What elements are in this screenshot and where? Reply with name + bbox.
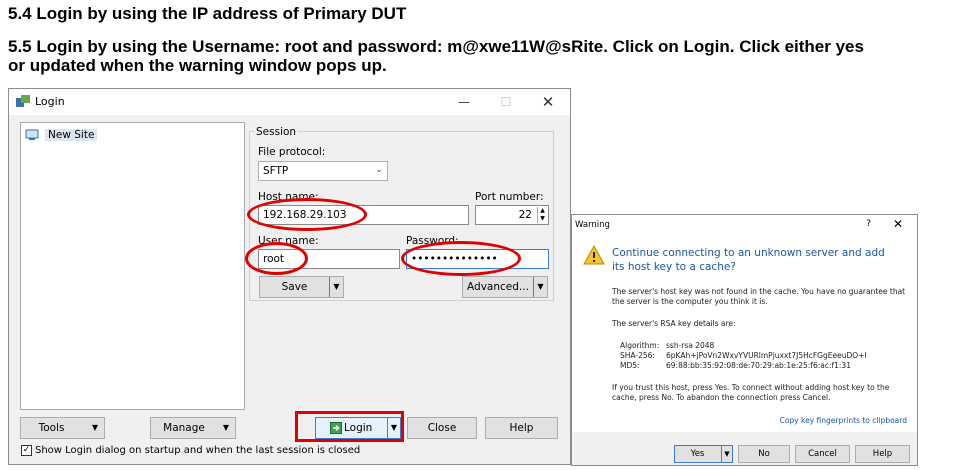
algorithm-value: ssh-rsa 2048: [666, 341, 715, 350]
file-protocol-value: SFTP: [263, 165, 289, 177]
algorithm-label: Algorithm:: [620, 341, 660, 350]
show-login-label: Show Login dialog on startup and when th…: [35, 445, 361, 456]
tools-button-label: Tools: [38, 422, 65, 434]
tools-button[interactable]: Tools ▼: [20, 417, 105, 439]
new-site-label: New Site: [45, 129, 98, 141]
no-button[interactable]: No: [738, 445, 790, 463]
session-group-label: Session: [254, 126, 299, 138]
site-tree[interactable]: New Site: [20, 122, 245, 410]
advanced-button-label: Advanced...: [467, 281, 529, 293]
file-protocol-label: File protocol:: [258, 146, 326, 158]
close-window-icon[interactable]: ✕: [534, 92, 562, 112]
login-icon: [330, 422, 342, 434]
close-button[interactable]: Close: [407, 417, 477, 439]
warning-para-rsa: The server's RSA key details are:: [612, 319, 736, 328]
yes-dropdown-icon[interactable]: ▼: [721, 446, 732, 462]
port-number-value: 22: [518, 209, 532, 221]
save-dropdown-icon[interactable]: ▼: [329, 277, 343, 297]
chevron-down-icon: ⌄: [375, 165, 383, 175]
user-name-input[interactable]: root: [258, 249, 400, 269]
sha256-value: 6pKAh+jPoVn2WxvYVURlmPjuxxt7J5HcFGgEeeuD…: [666, 351, 867, 360]
login-window: Login — ☐ ✕ New Site Session File protoc…: [8, 88, 571, 465]
tools-dropdown-icon: ▼: [91, 423, 98, 432]
tree-item-new-site[interactable]: New Site: [25, 129, 98, 141]
cancel-button[interactable]: Cancel: [795, 445, 850, 463]
advanced-button[interactable]: Advanced... ▼: [462, 276, 548, 298]
step-5-4-text: 5.4 Login by using the IP address of Pri…: [8, 4, 407, 23]
login-title: Login: [35, 95, 65, 108]
yes-button[interactable]: Yes ▼: [674, 445, 733, 463]
login-dropdown-icon[interactable]: ▼: [387, 418, 400, 438]
save-button[interactable]: Save ▼: [259, 276, 344, 298]
host-name-label: Host name:: [258, 191, 319, 203]
warning-heading: Continue connecting to an unknown server…: [612, 247, 885, 273]
host-name-input[interactable]: 192.168.29.103: [258, 205, 469, 225]
file-protocol-select[interactable]: SFTP ⌄: [258, 161, 388, 181]
manage-button-label: Manage: [163, 422, 205, 434]
warning-title: Warning: [575, 220, 610, 230]
login-button[interactable]: Login ▼: [315, 417, 401, 439]
help-button[interactable]: Help: [485, 417, 558, 439]
copy-fingerprints-link[interactable]: Copy key fingerprints to clipboard: [780, 416, 907, 426]
login-titlebar: Login — ☐ ✕: [9, 89, 570, 115]
port-spinner-icon[interactable]: ▲ ▼: [537, 207, 547, 223]
step-5-5-text-line1: 5.5 Login by using the Username: root an…: [8, 37, 864, 56]
md5-label: MD5:: [620, 361, 640, 370]
yes-button-label: Yes: [690, 449, 705, 459]
new-site-icon: [25, 129, 39, 140]
save-button-label: Save: [281, 281, 308, 293]
password-label: Password:: [406, 235, 459, 247]
user-name-label: User name:: [258, 235, 319, 247]
manage-button[interactable]: Manage ▼: [150, 417, 236, 439]
password-input[interactable]: ••••••••••••••: [406, 249, 549, 269]
warning-para-hostkey: The server's host key was not found in t…: [612, 287, 906, 306]
question-icon[interactable]: ?: [866, 219, 871, 229]
sha256-label: SHA-256:: [620, 351, 655, 360]
manage-dropdown-icon: ▼: [222, 423, 229, 432]
warning-help-button[interactable]: Help: [855, 445, 910, 463]
step-5-5-text-line2: or updated when the warning window pops …: [8, 56, 387, 75]
show-login-row: ✓ Show Login dialog on startup and when …: [21, 445, 360, 456]
md5-value: 69:88:bb:35:92:08:de:70:29:ab:1e:25:f6:a…: [666, 361, 851, 370]
minimize-icon[interactable]: —: [450, 92, 478, 112]
show-login-checkbox[interactable]: ✓: [21, 445, 32, 456]
advanced-dropdown-icon[interactable]: ▼: [533, 277, 547, 297]
port-number-label: Port number:: [475, 191, 544, 203]
maximize-icon[interactable]: ☐: [492, 92, 520, 112]
winscp-app-icon: [16, 95, 30, 107]
port-number-input[interactable]: 22 ▲ ▼: [475, 205, 549, 225]
warning-icon: [583, 245, 605, 265]
warning-para-trust: If you trust this host, press Yes. To co…: [612, 383, 890, 402]
login-button-label: Login: [344, 422, 373, 434]
warning-dialog: Warning ? ✕ Continue connecting to an un…: [571, 214, 918, 466]
close-dialog-icon[interactable]: ✕: [893, 217, 903, 231]
